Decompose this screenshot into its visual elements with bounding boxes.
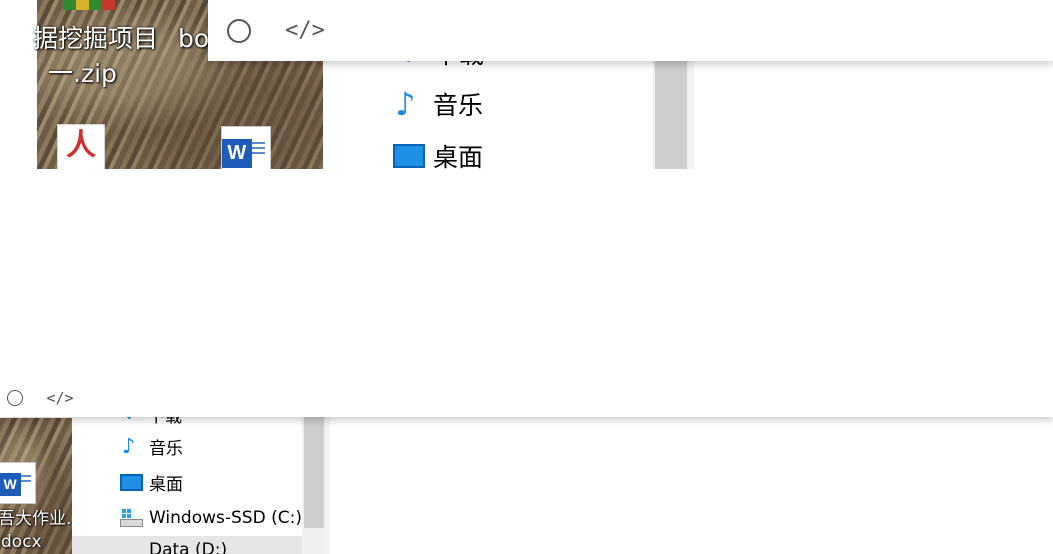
circle-icon: [7, 389, 23, 406]
nav-item-data-drive[interactable]: Data (D:): [72, 536, 302, 554]
word-letter: W: [222, 139, 252, 168]
zip-icon[interactable]: [63, 0, 115, 10]
record-button[interactable]: [0, 378, 30, 417]
nav-item-desktop[interactable]: 桌面: [120, 469, 183, 495]
desktop-file-label[interactable]: 吾大作业.: [0, 508, 71, 530]
nav-item-label: 音乐: [433, 91, 484, 120]
floating-toolbar: </>: [208, 0, 1053, 61]
code-view-button[interactable]: </>: [270, 0, 340, 61]
normal-view: W 吾大作业. docx ↓ 下载 ♪ 音乐 桌面 Windows-SSD (C…: [0, 378, 1053, 554]
desktop-file-label-line2[interactable]: docx: [1, 531, 42, 553]
drive-icon: [120, 509, 143, 527]
nav-item-label: 桌面: [433, 143, 484, 169]
word-letter: W: [0, 472, 22, 496]
zoomed-view: 人 W 据挖掘项目 bo 一.zip ↓ 下载 ♪ 音乐 桌面: [0, 0, 1053, 169]
code-icon: </>: [285, 18, 325, 43]
word-lines-icon: [251, 142, 266, 157]
nav-item-label: 音乐: [149, 438, 183, 459]
nav-item-desktop[interactable]: 桌面: [393, 136, 483, 169]
nav-item-label: Windows-SSD (C:): [149, 508, 302, 528]
pdf-file-icon[interactable]: 人: [57, 124, 105, 169]
word-file-icon[interactable]: W: [221, 126, 271, 169]
windows-logo-icon: [121, 509, 132, 518]
record-button[interactable]: [208, 0, 270, 61]
desktop-icon: [120, 473, 143, 491]
music-note-icon: ♪: [122, 434, 136, 458]
drive-body: [120, 518, 143, 527]
desktop-file-label-line2[interactable]: 一.zip: [48, 58, 117, 90]
file-name-line1-b: bo: [177, 24, 210, 53]
pdf-acrobat-icon: 人: [66, 128, 96, 163]
floating-toolbar: </>: [0, 378, 1053, 417]
nav-item-windows-ssd[interactable]: Windows-SSD (C:): [120, 505, 302, 531]
desktop-icon: [393, 144, 425, 168]
code-icon: </>: [46, 388, 74, 407]
nav-item-music[interactable]: ♪ 音乐: [122, 433, 183, 459]
nav-item-music[interactable]: ♪ 音乐: [395, 84, 483, 124]
nav-item-label: Data (D:): [149, 540, 228, 554]
code-view-button[interactable]: </>: [30, 378, 90, 417]
file-name-line1: 据挖掘项目: [33, 24, 159, 53]
music-note-icon: ♪: [395, 85, 416, 123]
circle-icon: [227, 18, 251, 43]
word-file-icon[interactable]: W: [0, 462, 36, 504]
nav-item-label: 桌面: [149, 474, 183, 495]
word-lines-icon: [21, 475, 32, 485]
desktop-file-label[interactable]: 据挖掘项目 bo: [33, 22, 209, 56]
